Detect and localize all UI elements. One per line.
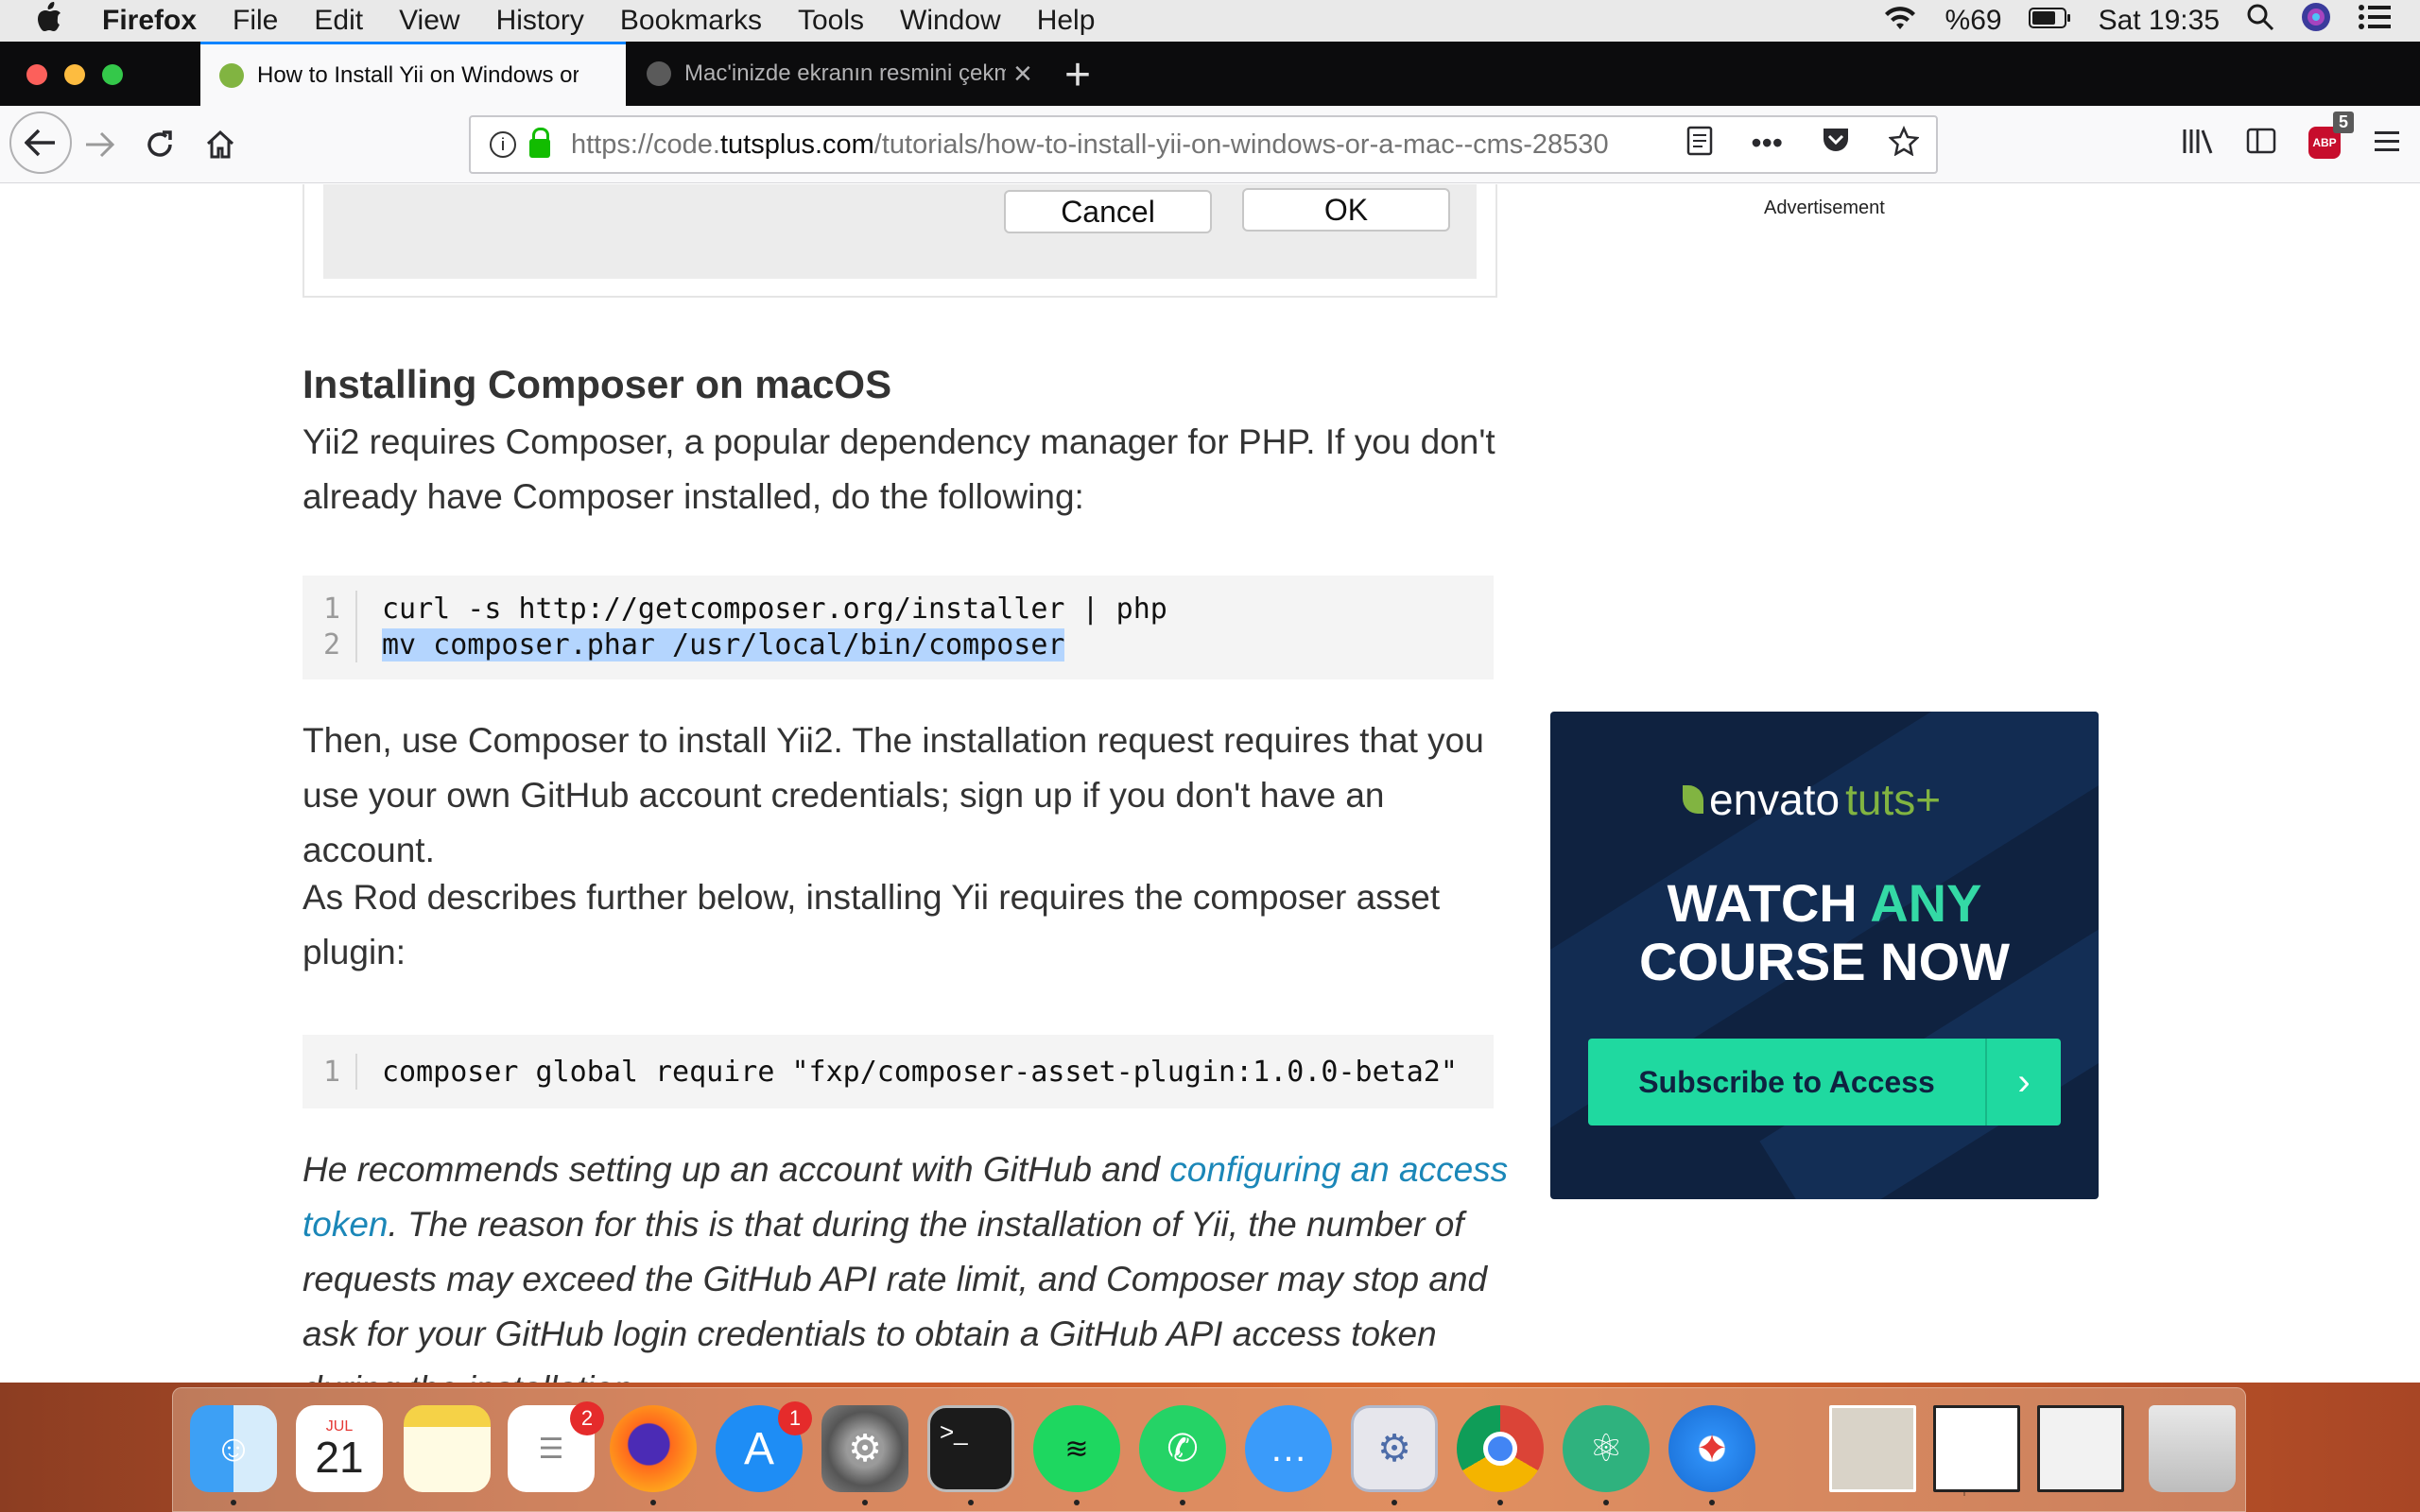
trash-icon[interactable] — [2149, 1405, 2236, 1492]
envato-leaf-icon — [1683, 785, 1703, 814]
envato-tuts-logo: envato tuts+ — [1683, 774, 1941, 825]
code-block-asset-plugin: 1 composer global require "fxp/composer-… — [302, 1035, 1494, 1108]
new-tab-button[interactable]: + — [1064, 49, 1091, 101]
reader-view-icon[interactable] — [1686, 126, 1713, 163]
paragraph-install-yii: Then, use Composer to install Yii2. The … — [302, 721, 1484, 869]
back-button[interactable] — [9, 112, 72, 174]
line-number: 1 — [302, 591, 357, 627]
menu-window[interactable]: Window — [900, 5, 1001, 37]
dialog-cancel-button: Cancel — [1004, 190, 1212, 233]
home-button[interactable] — [197, 121, 244, 168]
window-thumbnail-icon[interactable] — [1933, 1405, 2020, 1492]
apple-menu-icon[interactable] — [36, 1, 78, 41]
reload-button[interactable] — [136, 121, 183, 168]
bookmark-star-icon[interactable] — [1888, 125, 1920, 163]
apple-favicon-icon — [647, 61, 671, 86]
safari-icon[interactable]: ✦ — [1668, 1405, 1755, 1492]
notes-icon[interactable] — [404, 1405, 491, 1492]
menu-tools[interactable]: Tools — [798, 5, 864, 37]
paragraph-asset-plugin: As Rod describes further below, installi… — [302, 878, 1441, 971]
section-heading: Installing Composer on macOS — [302, 362, 892, 406]
screenshot-figure: Cancel OK — [302, 184, 1497, 298]
app-store-badge: 1 — [778, 1401, 812, 1435]
firefox-icon[interactable] — [610, 1405, 697, 1492]
battery-percent[interactable]: %69 — [1945, 5, 2002, 37]
menu-bookmarks[interactable]: Bookmarks — [620, 5, 762, 37]
system-preferences-icon[interactable]: ⚙ — [821, 1405, 908, 1492]
code-line: 1 curl -s http://getcomposer.org/install… — [302, 591, 1494, 627]
menu-help[interactable]: Help — [1037, 5, 1096, 37]
url-text[interactable]: https://code.tutsplus.com/tutorials/how-… — [571, 129, 1649, 161]
subscribe-to-access-button[interactable]: Subscribe to Access › — [1588, 1039, 2061, 1125]
window-zoom-button[interactable] — [102, 64, 123, 85]
menubar-clock[interactable]: Sat 19:35 — [2099, 5, 2220, 37]
tab-yii-install[interactable]: How to Install Yii on Windows or a Mac — [200, 42, 626, 106]
photo-thumbnail-icon[interactable] — [1829, 1405, 1916, 1492]
notification-center-icon[interactable] — [2358, 4, 2392, 38]
terminal-icon[interactable]: >_ — [927, 1405, 1014, 1492]
adblock-plus-icon[interactable]: ABP 5 — [2308, 112, 2354, 159]
chrome-icon[interactable] — [1457, 1405, 1544, 1492]
secure-lock-icon[interactable] — [529, 128, 550, 158]
line-number: 2 — [302, 627, 357, 662]
dialog-screenshot: Cancel OK — [323, 184, 1477, 279]
tab-title: Mac'inizde ekranın resmini çekme — [684, 60, 1006, 86]
paragraph-access-token: He recommends setting up an account with… — [302, 1150, 1509, 1383]
window-minimize-button[interactable] — [64, 64, 85, 85]
code-line: 1 composer global require "fxp/composer-… — [302, 1054, 1494, 1090]
macos-dock: ☺ JUL 21 ☰ 2 A 1 ⚙ >_ ≋ ✆ … ⚙ ⚛ ✦ — [172, 1387, 2246, 1512]
tab-close-icon[interactable]: × — [1013, 56, 1032, 93]
macos-menubar: Firefox File Edit View History Bookmarks… — [0, 0, 2420, 42]
paragraph-composer-intro: Yii2 requires Composer, a popular depend… — [302, 422, 1495, 516]
forward-button[interactable] — [76, 121, 123, 168]
tutsplus-favicon-icon — [219, 62, 244, 88]
calendar-icon[interactable]: JUL 21 — [296, 1405, 383, 1492]
code-line: 2 mv composer.phar /usr/local/bin/compos… — [302, 627, 1494, 662]
spotify-icon[interactable]: ≋ — [1033, 1405, 1120, 1492]
line-number: 1 — [302, 1054, 357, 1090]
envato-tuts-advertisement[interactable]: envato tuts+ WATCH ANY COURSE NOW Subscri… — [1550, 712, 2099, 1199]
code-text[interactable]: curl -s http://getcomposer.org/installer… — [357, 593, 1167, 626]
wifi-icon[interactable] — [1881, 3, 1919, 39]
code-block-install-composer: 1 curl -s http://getcomposer.org/install… — [302, 576, 1494, 679]
siri-icon[interactable] — [2301, 2, 2331, 40]
browser-tabbar: How to Install Yii on Windows or a Mac M… — [0, 42, 2420, 106]
pocket-icon[interactable] — [1821, 126, 1851, 163]
atom-icon[interactable]: ⚛ — [1563, 1405, 1650, 1492]
menu-view[interactable]: View — [399, 5, 459, 37]
page-actions-icon[interactable]: ••• — [1751, 126, 1783, 163]
browser-navbar: i https://code.tutsplus.com/tutorials/ho… — [0, 106, 2420, 183]
window-close-button[interactable] — [26, 64, 47, 85]
dialog-ok-button: OK — [1242, 188, 1450, 232]
menu-history[interactable]: History — [496, 5, 584, 37]
window-thumbnail-icon[interactable] — [2037, 1405, 2124, 1492]
preferences-gear-icon[interactable]: ⚙ — [1351, 1405, 1438, 1492]
whatsapp-icon[interactable]: ✆ — [1139, 1405, 1226, 1492]
spotlight-search-icon[interactable] — [2246, 3, 2274, 39]
adblock-count-badge: 5 — [2332, 112, 2354, 133]
site-info-icon[interactable]: i — [490, 131, 516, 158]
finder-icon[interactable]: ☺ — [190, 1405, 277, 1492]
messages-icon[interactable]: … — [1245, 1405, 1332, 1492]
code-text[interactable]: composer global require "fxp/composer-as… — [357, 1056, 1458, 1089]
hamburger-menu-icon[interactable] — [2373, 127, 2401, 163]
page-content: Cancel OK Advertisement Installing Compo… — [0, 184, 2420, 1383]
tab-title: How to Install Yii on Windows or a Mac — [257, 61, 579, 88]
menu-file[interactable]: File — [233, 5, 278, 37]
chevron-right-icon: › — [1985, 1039, 2061, 1125]
library-icon[interactable] — [2182, 127, 2214, 163]
code-text-selected[interactable]: mv composer.phar /usr/local/bin/composer — [382, 627, 1065, 662]
menu-edit[interactable]: Edit — [314, 5, 363, 37]
address-bar[interactable]: i https://code.tutsplus.com/tutorials/ho… — [469, 115, 1938, 174]
reminders-badge: 2 — [570, 1401, 604, 1435]
ad-headline: WATCH ANY COURSE NOW — [1639, 873, 2010, 991]
advertisement-label: Advertisement — [1764, 198, 1885, 218]
sidebar-toggle-icon[interactable] — [2246, 127, 2276, 163]
tab-mac-screenshot[interactable]: Mac'inizde ekranın resmini çekme × — [628, 42, 1053, 106]
menu-app-firefox[interactable]: Firefox — [102, 5, 197, 37]
battery-icon[interactable] — [2028, 5, 2072, 37]
